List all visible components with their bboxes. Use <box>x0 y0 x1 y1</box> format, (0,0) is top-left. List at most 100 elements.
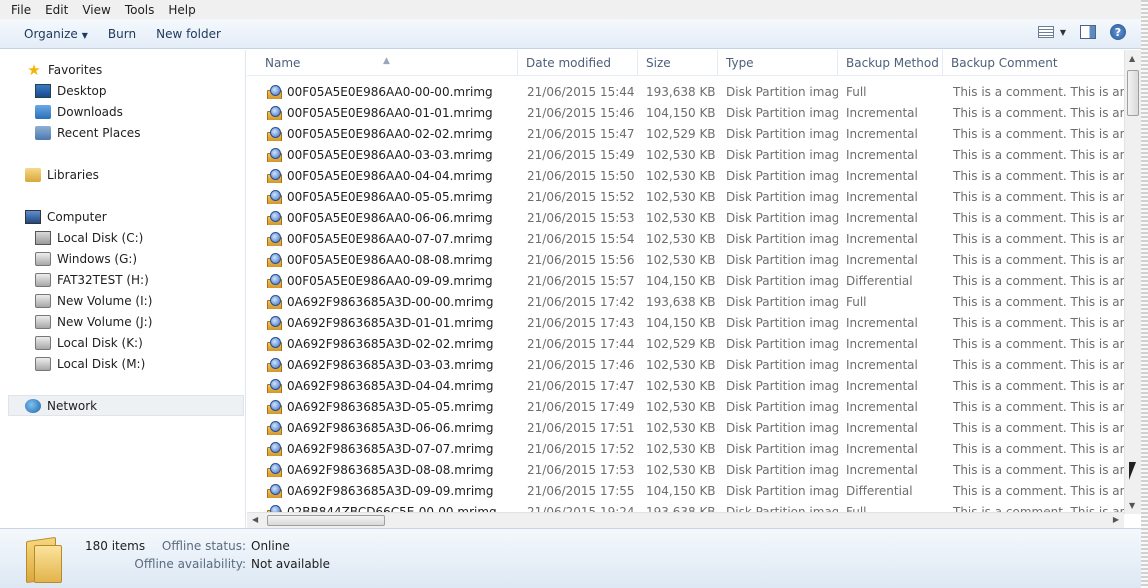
nav-favorites[interactable]: ★ Favorites <box>26 60 102 80</box>
table-row[interactable]: 0A692F9863685A3D-07-07.mrimg 21/06/2015 1… <box>247 438 1124 459</box>
backup-method-cell: Incremental <box>846 462 918 477</box>
table-row[interactable]: 0A692F9863685A3D-08-08.mrimg 21/06/2015 1… <box>247 459 1124 480</box>
table-row[interactable]: 00F05A5E0E986AA0-00-00.mrimg 21/06/2015 1… <box>247 81 1124 102</box>
menu-edit[interactable]: Edit <box>38 3 75 17</box>
table-row[interactable]: 00F05A5E0E986AA0-08-08.mrimg 21/06/2015 1… <box>247 249 1124 270</box>
column-headers: ▲ Name Date modified Size Type Backup Me… <box>247 50 1124 76</box>
nav-drive-m[interactable]: Local Disk (M:) <box>35 354 145 374</box>
backup-comment-cell: This is a comment. This is anoth <box>953 252 1124 267</box>
nav-drive-g[interactable]: Windows (G:) <box>35 249 137 269</box>
disk-image-file-icon <box>266 273 282 288</box>
scroll-thumb[interactable] <box>1127 70 1139 116</box>
table-row[interactable]: 00F05A5E0E986AA0-07-07.mrimg 21/06/2015 1… <box>247 228 1124 249</box>
scroll-right-icon[interactable]: ▶ <box>1113 515 1119 524</box>
nav-drive-k[interactable]: Local Disk (K:) <box>35 333 143 353</box>
backup-comment-cell: This is a comment. This is anoth <box>953 210 1124 225</box>
vertical-scrollbar[interactable]: ▲ ▼ <box>1124 50 1141 514</box>
scroll-up-icon[interactable]: ▲ <box>1129 54 1135 63</box>
disk-image-file-icon <box>266 126 282 141</box>
type-cell: Disk Partition image <box>726 483 838 498</box>
table-row[interactable]: 00F05A5E0E986AA0-04-04.mrimg 21/06/2015 1… <box>247 165 1124 186</box>
table-row[interactable]: 0A692F9863685A3D-03-03.mrimg 21/06/2015 1… <box>247 354 1124 375</box>
table-row[interactable]: 00F05A5E0E986AA0-06-06.mrimg 21/06/2015 1… <box>247 207 1124 228</box>
organize-button[interactable]: Organize ▼ <box>14 24 98 44</box>
date-modified-cell: 21/06/2015 15:47 <box>527 126 635 141</box>
type-cell: Disk Partition image <box>726 168 838 183</box>
scroll-left-icon[interactable]: ◀ <box>252 515 258 524</box>
size-cell: 102,530 KB <box>646 168 716 183</box>
date-modified-cell: 21/06/2015 17:49 <box>527 399 635 414</box>
nav-network[interactable]: Network <box>25 396 97 416</box>
backup-method-cell: Incremental <box>846 315 918 330</box>
col-name[interactable]: ▲ Name <box>247 50 518 76</box>
nav-downloads[interactable]: Downloads <box>35 102 123 122</box>
type-cell: Disk Partition image <box>726 126 838 141</box>
disk-image-file-icon <box>266 399 282 414</box>
size-cell: 102,530 KB <box>646 189 716 204</box>
menu-help[interactable]: Help <box>161 3 202 17</box>
offline-status-value: Online <box>251 539 290 553</box>
date-modified-cell: 21/06/2015 15:49 <box>527 147 635 162</box>
system-drive-icon <box>35 231 51 245</box>
preview-pane-icon[interactable] <box>1080 25 1096 39</box>
table-row[interactable]: 0A692F9863685A3D-09-09.mrimg 21/06/2015 1… <box>247 480 1124 501</box>
date-modified-cell: 21/06/2015 17:43 <box>527 315 635 330</box>
nav-libraries[interactable]: Libraries <box>25 165 99 185</box>
disk-image-file-icon <box>266 357 282 372</box>
menu-file[interactable]: File <box>4 3 38 17</box>
table-row[interactable]: 0A692F9863685A3D-02-02.mrimg 21/06/2015 1… <box>247 333 1124 354</box>
help-icon[interactable]: ? <box>1110 24 1126 40</box>
table-row[interactable]: 00F05A5E0E986AA0-03-03.mrimg 21/06/2015 1… <box>247 144 1124 165</box>
col-backup-comment[interactable]: Backup Comment <box>943 50 1124 76</box>
table-row[interactable]: 0A692F9863685A3D-00-00.mrimg 21/06/2015 1… <box>247 291 1124 312</box>
table-row[interactable]: 0A692F9863685A3D-05-05.mrimg 21/06/2015 1… <box>247 396 1124 417</box>
col-date-modified[interactable]: Date modified <box>518 50 638 76</box>
scroll-down-icon[interactable]: ▼ <box>1129 501 1135 510</box>
menu-bar: File Edit View Tools Help <box>0 0 1148 19</box>
nav-drive-i[interactable]: New Volume (I:) <box>35 291 152 311</box>
horizontal-scrollbar[interactable]: ◀ ▶ <box>247 512 1124 528</box>
menu-view[interactable]: View <box>75 3 117 17</box>
file-name: 00F05A5E0E986AA0-08-08.mrimg <box>287 252 493 267</box>
nav-desktop[interactable]: Desktop <box>35 81 107 101</box>
nav-label: Downloads <box>57 105 123 119</box>
disk-image-file-icon <box>266 252 282 267</box>
size-cell: 102,530 KB <box>646 210 716 225</box>
nav-drive-h[interactable]: FAT32TEST (H:) <box>35 270 149 290</box>
type-cell: Disk Partition image <box>726 210 838 225</box>
table-row[interactable]: 00F05A5E0E986AA0-09-09.mrimg 21/06/2015 1… <box>247 270 1124 291</box>
table-row[interactable]: 00F05A5E0E986AA0-05-05.mrimg 21/06/2015 1… <box>247 186 1124 207</box>
backup-method-cell: Incremental <box>846 168 918 183</box>
col-backup-method[interactable]: Backup Method <box>838 50 943 76</box>
table-row[interactable]: 0A692F9863685A3D-06-06.mrimg 21/06/2015 1… <box>247 417 1124 438</box>
nav-label: Recent Places <box>57 126 141 140</box>
nav-label: FAT32TEST (H:) <box>57 273 149 287</box>
size-cell: 104,150 KB <box>646 483 716 498</box>
backup-method-cell: Incremental <box>846 189 918 204</box>
desktop-icon <box>35 84 51 98</box>
backup-method-cell: Incremental <box>846 231 918 246</box>
table-row[interactable]: 0A692F9863685A3D-04-04.mrimg 21/06/2015 1… <box>247 375 1124 396</box>
table-row[interactable]: 00F05A5E0E986AA0-01-01.mrimg 21/06/2015 1… <box>247 102 1124 123</box>
burn-button[interactable]: Burn <box>98 24 146 44</box>
menu-tools[interactable]: Tools <box>118 3 162 17</box>
nav-label: Desktop <box>57 84 107 98</box>
file-name: 0A692F9863685A3D-05-05.mrimg <box>287 399 494 414</box>
new-folder-button[interactable]: New folder <box>146 24 231 44</box>
change-view-button[interactable]: ▼ <box>1037 26 1066 38</box>
nav-label: New Volume (J:) <box>57 315 153 329</box>
file-name: 00F05A5E0E986AA0-03-03.mrimg <box>287 147 493 162</box>
nav-drive-j[interactable]: New Volume (J:) <box>35 312 152 332</box>
nav-recent-places[interactable]: Recent Places <box>35 123 140 143</box>
col-label: Name <box>265 56 301 70</box>
table-row[interactable]: 0A692F9863685A3D-01-01.mrimg 21/06/2015 1… <box>247 312 1124 333</box>
file-name-cell: 0A692F9863685A3D-08-08.mrimg <box>247 462 518 477</box>
nav-computer[interactable]: Computer <box>25 207 107 227</box>
disk-image-file-icon <box>266 378 282 393</box>
scroll-thumb[interactable] <box>267 515 385 526</box>
date-modified-cell: 21/06/2015 15:44 <box>527 84 635 99</box>
nav-drive-c[interactable]: Local Disk (C:) <box>35 228 143 248</box>
col-size[interactable]: Size <box>638 50 718 76</box>
col-type[interactable]: Type <box>718 50 838 76</box>
table-row[interactable]: 00F05A5E0E986AA0-02-02.mrimg 21/06/2015 1… <box>247 123 1124 144</box>
